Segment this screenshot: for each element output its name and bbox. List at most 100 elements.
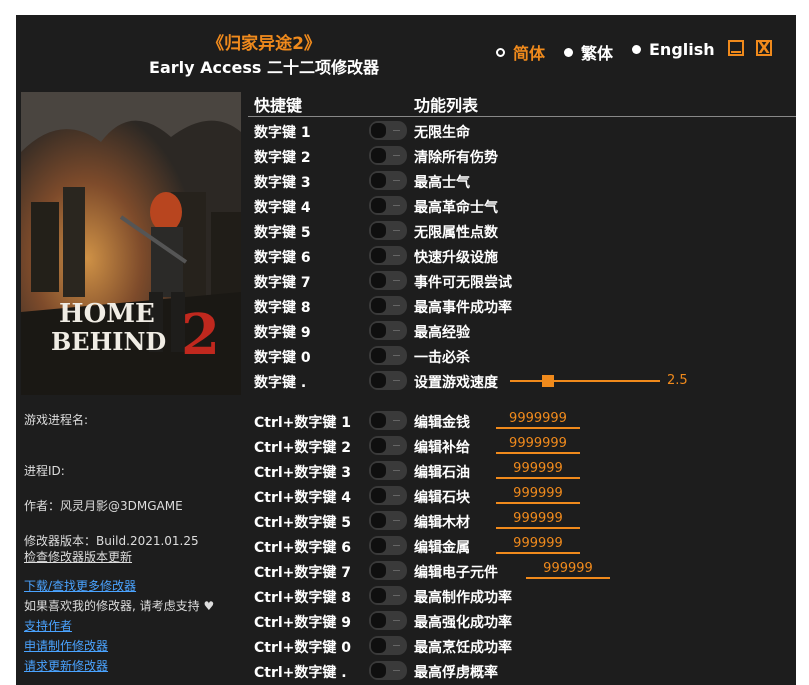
toggle-track-mark (393, 620, 400, 621)
toggle-knob (371, 538, 386, 553)
value-input[interactable]: 999999 (526, 561, 610, 579)
cheat-toggle[interactable] (369, 436, 407, 455)
toggle-track-mark (393, 520, 400, 521)
toggle-knob (371, 123, 386, 138)
cheat-row: Ctrl+数字键 8 最高制作成功率 (254, 583, 794, 608)
function-label: 一击必杀 (414, 350, 470, 366)
lang-simplified[interactable]: 简体 (496, 40, 545, 64)
cheat-toggle[interactable] (369, 196, 407, 215)
cheat-toggle[interactable] (369, 411, 407, 430)
cheat-toggle[interactable] (369, 146, 407, 165)
toggle-track-mark (393, 230, 400, 231)
cheat-row: Ctrl+数字键 3 编辑石油 999999 (254, 458, 794, 483)
toggle-knob (371, 273, 386, 288)
cheat-toggle[interactable] (369, 346, 407, 365)
value-input[interactable]: 999999 (496, 536, 580, 554)
cheat-toggle[interactable] (369, 171, 407, 190)
hotkey-label: 数字键 6 (254, 250, 311, 266)
toggle-track-mark (393, 595, 400, 596)
value-input[interactable]: 999999 (496, 461, 580, 479)
hotkey-label: 数字键 0 (254, 350, 311, 366)
function-label: 最高革命士气 (414, 200, 498, 216)
cheat-toggle[interactable] (369, 296, 407, 315)
lang-traditional[interactable]: 繁体 (564, 40, 613, 64)
request-trainer-link[interactable]: 申请制作修改器 (24, 637, 108, 654)
function-label: 设置游戏速度 (414, 375, 498, 391)
cheat-toggle[interactable] (369, 536, 407, 555)
request-update-link[interactable]: 请求更新修改器 (24, 657, 108, 674)
cheat-row: Ctrl+数字键 9 最高强化成功率 (254, 608, 794, 633)
function-label: 编辑金属 (414, 540, 470, 556)
cheat-row: Ctrl+数字键 0 最高烹饪成功率 (254, 633, 794, 658)
cheat-toggle[interactable] (369, 486, 407, 505)
toggle-knob (371, 463, 386, 478)
hotkey-label: Ctrl+数字键 0 (254, 640, 352, 656)
cheat-row: Ctrl+数字键 . 最高俘虏概率 (254, 658, 794, 683)
cheat-row: 数字键 9 最高经验 (254, 318, 794, 343)
version-text: 修改器版本：Build.2021.01.25 (24, 534, 199, 548)
function-label: 最高烹饪成功率 (414, 640, 512, 656)
cheat-toggle[interactable] (369, 661, 407, 680)
cheat-row: 数字键 7 事件可无限尝试 (254, 268, 794, 293)
hotkey-label: Ctrl+数字键 . (254, 665, 347, 681)
cheat-toggle[interactable] (369, 611, 407, 630)
toggle-knob (371, 413, 386, 428)
toggle-knob (371, 223, 386, 238)
value-input[interactable]: 999999 (496, 511, 580, 529)
cover-art: HOME BEHIND 2 (21, 92, 241, 395)
toggle-knob (371, 513, 386, 528)
trainer-subtitle: Early Access 二十二项修改器 (149, 58, 379, 77)
radio-icon (564, 47, 573, 57)
toggle-track-mark (393, 130, 400, 131)
speed-slider-handle[interactable] (542, 375, 554, 387)
functions-header: 功能列表 (414, 96, 479, 115)
toggle-track-mark (393, 470, 400, 471)
function-label: 快速升级设施 (414, 250, 498, 266)
cheat-row: 数字键 1 无限生命 (254, 118, 794, 143)
cheat-row: 数字键 8 最高事件成功率 (254, 293, 794, 318)
close-button[interactable]: X (756, 40, 772, 56)
radio-selected-icon (496, 47, 505, 57)
cheat-toggle[interactable] (369, 121, 407, 140)
cheat-toggle[interactable] (369, 461, 407, 480)
hotkey-header: 快捷键 (254, 96, 303, 115)
lang-english[interactable]: English (632, 40, 715, 59)
speed-slider-track[interactable] (510, 380, 660, 382)
cheat-toggle[interactable] (369, 321, 407, 340)
toggle-knob (371, 348, 386, 363)
support-author-link[interactable]: 支持作者 (24, 617, 72, 634)
cheat-row: 数字键 2 清除所有伤势 (254, 143, 794, 168)
cheat-toggle[interactable] (369, 511, 407, 530)
minimize-button[interactable] (728, 40, 744, 56)
cheat-toggle[interactable] (369, 636, 407, 655)
cheat-toggle[interactable] (369, 271, 407, 290)
value-input[interactable]: 999999 (496, 486, 580, 504)
process-name-label: 游戏进程名: (24, 413, 89, 427)
hotkey-label: Ctrl+数字键 6 (254, 540, 352, 556)
check-update-link[interactable]: 检查修改器版本更新 (24, 548, 132, 565)
hotkey-label: 数字键 8 (254, 300, 311, 316)
cheat-toggle[interactable] (369, 371, 407, 390)
hotkey-label: 数字键 . (254, 375, 307, 391)
cheat-row: Ctrl+数字键 2 编辑补给 9999999 (254, 433, 794, 458)
hotkey-label: Ctrl+数字键 9 (254, 615, 352, 631)
function-label: 事件可无限尝试 (414, 275, 512, 291)
cheat-toggle[interactable] (369, 246, 407, 265)
toggle-track-mark (393, 570, 400, 571)
header-divider (248, 116, 796, 117)
hotkey-label: Ctrl+数字键 2 (254, 440, 352, 456)
cheat-toggle[interactable] (369, 586, 407, 605)
function-label: 无限属性点数 (414, 225, 498, 241)
cover-logo-line2: BEHIND (51, 327, 166, 356)
hotkey-label: Ctrl+数字键 7 (254, 565, 352, 581)
cheat-row: 数字键 0 一击必杀 (254, 343, 794, 368)
hotkey-label: 数字键 2 (254, 150, 311, 166)
value-input[interactable]: 9999999 (496, 436, 580, 454)
hotkey-label: 数字键 3 (254, 175, 311, 191)
hotkey-label: Ctrl+数字键 4 (254, 490, 352, 506)
cheat-toggle[interactable] (369, 221, 407, 240)
download-more-link[interactable]: 下载/查找更多修改器 (24, 577, 136, 594)
toggle-knob (371, 298, 386, 313)
cheat-toggle[interactable] (369, 561, 407, 580)
value-input[interactable]: 9999999 (496, 411, 580, 429)
